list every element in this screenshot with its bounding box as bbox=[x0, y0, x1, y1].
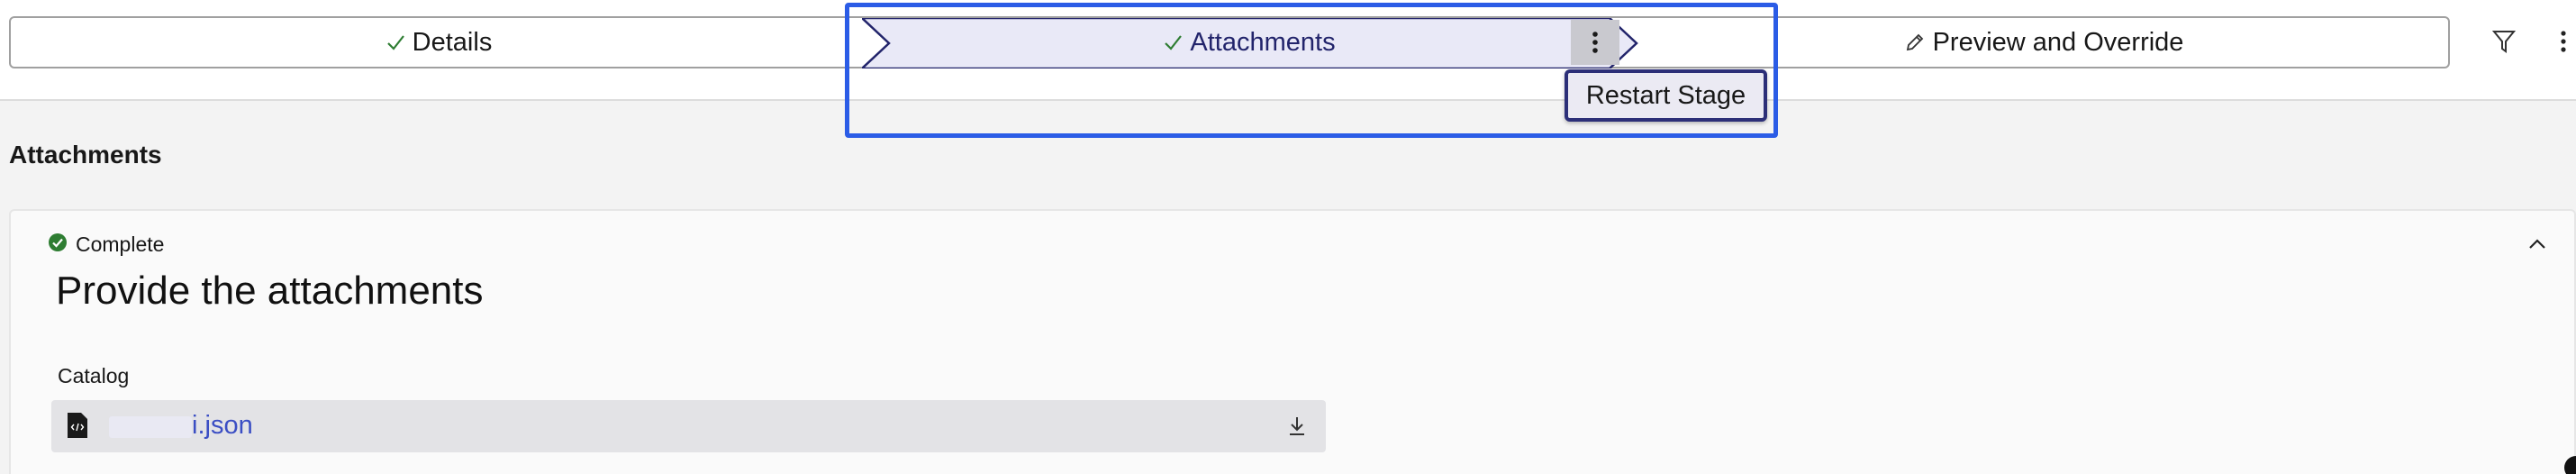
restart-stage-menu-item[interactable]: Restart Stage bbox=[1565, 69, 1767, 122]
section-title: Attachments bbox=[9, 141, 162, 169]
status-label: Complete bbox=[76, 232, 165, 256]
check-icon bbox=[1163, 32, 1183, 52]
code-file-icon bbox=[68, 413, 87, 442]
stage-bar: Details Attachments Preview and Override bbox=[0, 0, 2576, 101]
file-row: i.json bbox=[51, 400, 1326, 452]
stage-attachments[interactable]: Attachments bbox=[862, 18, 1637, 67]
chevron-up-icon bbox=[2529, 239, 2545, 249]
download-icon bbox=[1290, 417, 1304, 435]
stage-path: Details Attachments Preview and Override bbox=[9, 16, 2450, 68]
stage-details-label: Details bbox=[412, 27, 493, 57]
status-badge: Complete bbox=[49, 232, 164, 257]
collapse-button[interactable] bbox=[2524, 231, 2551, 258]
pencil-icon bbox=[1904, 32, 1926, 53]
filter-icon bbox=[2492, 31, 2516, 53]
card-heading: Provide the attachments bbox=[56, 269, 484, 313]
stage-menu-button[interactable] bbox=[1571, 20, 1619, 65]
file-link[interactable]: i.json bbox=[192, 411, 253, 441]
stage-preview-label: Preview and Override bbox=[1932, 27, 2184, 57]
check-icon bbox=[385, 32, 405, 52]
stage-attachments-label: Attachments bbox=[1190, 27, 1336, 57]
kebab-icon bbox=[2561, 31, 2566, 52]
check-circle-icon bbox=[49, 232, 67, 257]
redacted-filename bbox=[109, 416, 192, 438]
stage-preview[interactable]: Preview and Override bbox=[1643, 18, 2444, 67]
attachments-card: Complete Provide the attachments Catalog… bbox=[9, 209, 2576, 474]
more-options-button[interactable] bbox=[2553, 25, 2574, 58]
kebab-icon bbox=[1592, 32, 1598, 53]
stage-details[interactable]: Details bbox=[11, 18, 866, 67]
filter-button[interactable] bbox=[2488, 25, 2520, 58]
download-button[interactable] bbox=[1283, 413, 1311, 440]
catalog-label: Catalog bbox=[58, 364, 130, 387]
